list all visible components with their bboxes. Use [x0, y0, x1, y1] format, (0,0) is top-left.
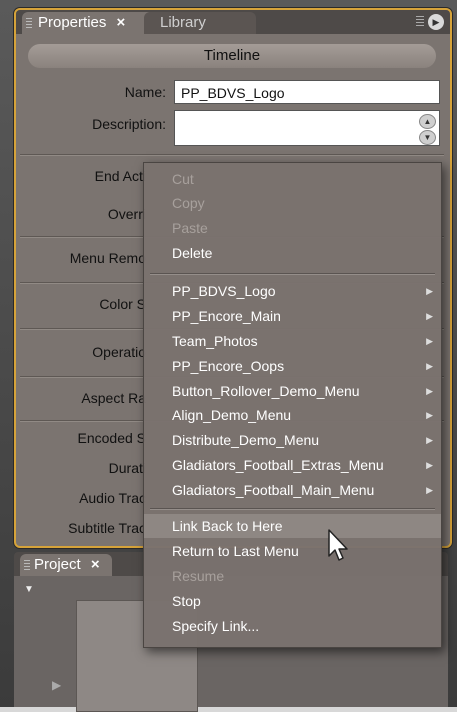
close-icon[interactable]: × [91, 556, 100, 573]
submenu-arrow-icon: ▶ [426, 410, 433, 420]
field-label-override: Overri [107, 206, 146, 222]
field-label-menu-remote: Menu Remo [69, 250, 146, 266]
mouse-pointer-icon [328, 529, 348, 561]
submenu-arrow-icon: ▶ [426, 386, 433, 396]
drag-grip-icon[interactable] [24, 560, 30, 571]
field-label-aspect-ratio: Aspect Ra [81, 390, 146, 406]
menu-item-submenu[interactable]: PP_Encore_Main ▶ [144, 304, 441, 328]
menu-item-return-to-last-menu[interactable]: Return to Last Menu [144, 539, 441, 563]
play-icon[interactable]: ▶ [52, 678, 61, 692]
menu-item-label: PP_BDVS_Logo [172, 283, 276, 299]
menu-item-label: Gladiators_Football_Extras_Menu [172, 457, 384, 473]
menu-separator [150, 508, 435, 510]
menu-item-submenu[interactable]: Button_Rollover_Demo_Menu ▶ [144, 379, 441, 403]
menu-item-submenu[interactable]: PP_BDVS_Logo ▶ [144, 279, 441, 303]
menu-item-cut[interactable]: Cut [144, 167, 441, 191]
menu-separator [150, 273, 435, 275]
tab-project-label: Project [34, 556, 81, 573]
tab-library[interactable]: Library [144, 12, 256, 34]
tab-properties[interactable]: Properties × [22, 12, 160, 34]
menu-item-submenu[interactable]: Align_Demo_Menu ▶ [144, 403, 441, 427]
field-label-audio-tracks: Audio Trac [79, 490, 146, 506]
collapse-triangle-icon[interactable]: ▼ [24, 584, 34, 595]
submenu-arrow-icon: ▶ [426, 435, 433, 445]
context-menu: Cut Copy Paste Delete PP_BDVS_Logo ▶ PP_E… [143, 162, 442, 648]
menu-item-label: Team_Photos [172, 333, 258, 349]
menu-item-submenu[interactable]: PP_Encore_Oops ▶ [144, 354, 441, 378]
properties-tabbar: Properties × Library ▶ [16, 10, 450, 34]
tab-properties-label: Properties [38, 14, 107, 31]
submenu-arrow-icon: ▶ [426, 311, 433, 321]
submenu-arrow-icon: ▶ [426, 286, 433, 296]
menu-item-submenu[interactable]: Distribute_Demo_Menu ▶ [144, 428, 441, 452]
tab-library-label: Library [160, 14, 206, 31]
submenu-arrow-icon: ▶ [426, 361, 433, 371]
section-header-timeline: Timeline [28, 44, 436, 68]
menu-item-link-back-to-here[interactable]: Link Back to Here [144, 514, 441, 538]
field-label-duration: Durati [108, 460, 146, 476]
field-label-operation: Operatio [92, 344, 146, 360]
menu-item-submenu[interactable]: Gladiators_Football_Main_Menu ▶ [144, 478, 441, 502]
scroll-down-icon[interactable]: ▼ [419, 130, 436, 145]
description-label: Description: [92, 116, 166, 132]
tab-project[interactable]: Project × [20, 554, 112, 576]
panel-menu-icon[interactable]: ▶ [428, 14, 444, 30]
menu-item-copy[interactable]: Copy [144, 191, 441, 215]
drag-grip-icon[interactable] [416, 16, 424, 27]
description-field[interactable]: ▲ ▼ [174, 110, 440, 146]
scroll-up-icon[interactable]: ▲ [419, 114, 436, 129]
field-label-subtitle-tracks: Subtitle Trac [68, 520, 146, 536]
submenu-arrow-icon: ▶ [426, 460, 433, 470]
field-label-encoded-size: Encoded S [77, 430, 147, 446]
menu-item-label: PP_Encore_Main [172, 308, 281, 324]
drag-grip-icon[interactable] [26, 18, 32, 29]
menu-item-label: Gladiators_Football_Main_Menu [172, 482, 375, 498]
menu-item-label: Align_Demo_Menu [172, 407, 292, 423]
submenu-arrow-icon: ▶ [426, 336, 433, 346]
name-label: Name: [124, 84, 166, 100]
field-label-end-action: End Acti [94, 168, 146, 184]
menu-item-resume[interactable]: Resume [144, 564, 441, 588]
menu-item-specify-link[interactable]: Specify Link... [144, 614, 441, 638]
close-icon[interactable]: × [117, 14, 126, 31]
divider [20, 154, 444, 156]
menu-item-label: PP_Encore_Oops [172, 358, 285, 374]
menu-item-paste[interactable]: Paste [144, 216, 441, 240]
field-label-color-set: Color S [99, 296, 146, 312]
menu-item-label: Button_Rollover_Demo_Menu [172, 383, 360, 399]
menu-item-submenu[interactable]: Gladiators_Football_Extras_Menu ▶ [144, 453, 441, 477]
menu-item-submenu[interactable]: Team_Photos ▶ [144, 329, 441, 353]
menu-item-delete[interactable]: Delete [144, 241, 441, 265]
name-field[interactable]: PP_BDVS_Logo [174, 80, 440, 104]
menu-item-stop[interactable]: Stop [144, 589, 441, 613]
submenu-arrow-icon: ▶ [426, 485, 433, 495]
menu-item-label: Distribute_Demo_Menu [172, 432, 320, 448]
